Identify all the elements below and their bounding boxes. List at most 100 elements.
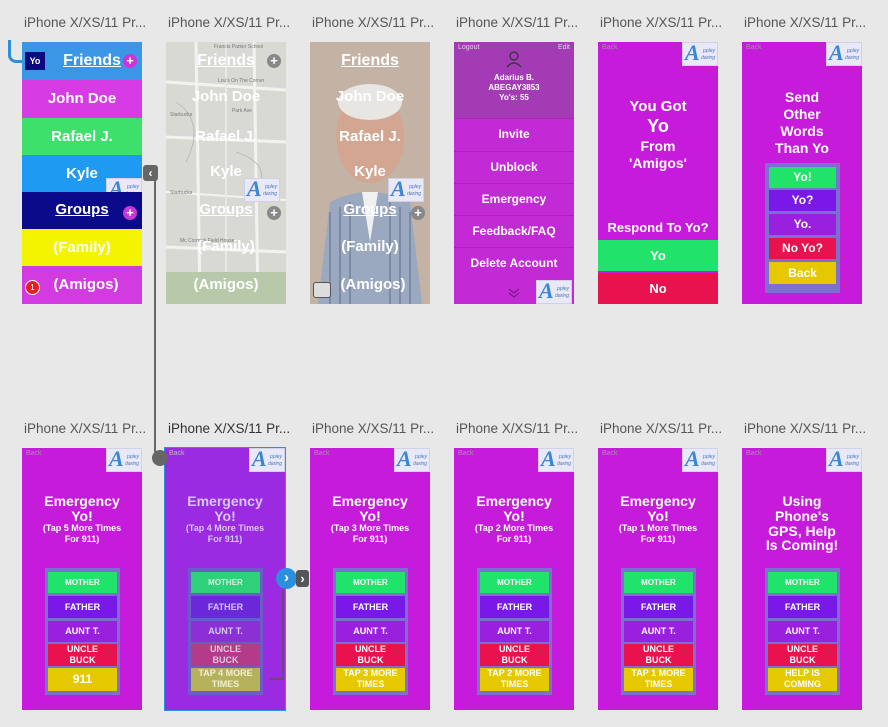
add-group-button[interactable]: +	[267, 206, 281, 220]
option-back-button[interactable]: Back	[769, 262, 836, 284]
friend-row-john[interactable]: John Doe	[22, 80, 142, 118]
artboard-gps-help[interactable]: Back Appley daring Using Phone's GPS, Hel…	[742, 448, 862, 710]
artboard-got-yo[interactable]: Back Appley daring You Got Yo From 'Amigo…	[598, 42, 718, 304]
contact-uncle[interactable]: UNCLE BUCK	[624, 644, 693, 666]
chevron-down-icon[interactable]	[508, 288, 520, 298]
contact-uncle[interactable]: UNCLE BUCK	[336, 644, 405, 666]
menu-item-delete-account[interactable]: Delete Account	[454, 247, 574, 280]
group-row-family[interactable]: (Family)	[166, 238, 286, 255]
add-group-button[interactable]: +	[411, 206, 425, 220]
contact-mother[interactable]: MOTHER	[768, 572, 837, 593]
menu-item-emergency[interactable]: Emergency	[454, 183, 574, 216]
artboard-title[interactable]: iPhone X/XS/11 Pr...	[456, 15, 580, 30]
back-link[interactable]: Back	[602, 450, 618, 457]
back-link[interactable]: Back	[602, 44, 618, 51]
artboard-emergency-2[interactable]: Back Appley daring Emergency Yo! (Tap 2 M…	[454, 448, 574, 710]
artboard-title[interactable]: iPhone X/XS/11 Pr...	[24, 421, 148, 436]
menu-item-invite[interactable]: Invite	[454, 118, 574, 151]
contact-aunt[interactable]: AUNT T.	[48, 621, 117, 642]
add-friend-button[interactable]: +	[123, 54, 137, 68]
group-row-family[interactable]: (Family)	[22, 229, 142, 266]
artboard-send-other[interactable]: Back Appley daring Send Other Words Than …	[742, 42, 862, 304]
respond-no-button[interactable]: No	[598, 273, 718, 304]
artboard-title[interactable]: iPhone X/XS/11 Pr...	[744, 421, 868, 436]
back-link[interactable]: Back	[458, 450, 474, 457]
tap-more-button[interactable]: TAP 3 MORE TIMES	[336, 668, 405, 691]
add-friend-button[interactable]: +	[267, 54, 281, 68]
contact-father[interactable]: FATHER	[624, 596, 693, 618]
artboard-emergency-5[interactable]: Back Appley daring Emergency Yo! (Tap 5 M…	[22, 448, 142, 710]
respond-yo-button[interactable]: Yo	[598, 240, 718, 271]
artboard-friends-photo[interactable]: Friends John Doe Rafael J. Kyle Appley da…	[310, 42, 430, 304]
option-no-yo[interactable]: No Yo?	[769, 238, 836, 259]
group-row-family[interactable]: (Family)	[310, 238, 430, 255]
contact-uncle[interactable]: UNCLE BUCK	[768, 644, 837, 666]
menu-item-feedback[interactable]: Feedback/FAQ	[454, 215, 574, 248]
wire-anchor-dot[interactable]	[152, 450, 168, 466]
tap-more-button[interactable]: TAP 2 MORE TIMES	[480, 668, 549, 691]
artboard-title[interactable]: iPhone X/XS/11 Pr...	[600, 421, 724, 436]
contact-aunt[interactable]: AUNT T.	[191, 621, 260, 642]
artboard-emergency-1[interactable]: Back Appley daring Emergency Yo! (Tap 1 M…	[598, 448, 718, 710]
contact-uncle[interactable]: UNCLE BUCK	[191, 644, 260, 666]
group-row-amigos[interactable]: (Amigos)	[22, 266, 142, 304]
artboard-menu[interactable]: Logout Edit Adarius B. ABEGAY3853 Yo's: …	[454, 42, 574, 304]
contact-father[interactable]: FATHER	[480, 596, 549, 618]
chevron-left-icon[interactable]: ‹	[143, 165, 158, 181]
option-yo-period[interactable]: Yo.	[769, 214, 836, 235]
contact-father[interactable]: FATHER	[336, 596, 405, 618]
chevron-right-icon[interactable]: ›	[276, 568, 297, 589]
artboard-title[interactable]: iPhone X/XS/11 Pr...	[744, 15, 868, 30]
contact-aunt[interactable]: AUNT T.	[624, 621, 693, 642]
contact-father[interactable]: FATHER	[191, 596, 260, 618]
camera-icon[interactable]	[313, 282, 331, 298]
contacts-panel: MOTHER FATHER AUNT T. UNCLE BUCK HELP IS…	[765, 568, 840, 695]
artboard-title[interactable]: iPhone X/XS/11 Pr...	[168, 15, 292, 30]
friend-row-john[interactable]: John Doe	[310, 88, 430, 105]
edit-link[interactable]: Edit	[558, 44, 570, 51]
call-911-button[interactable]: 911	[48, 668, 117, 691]
friend-row-rafael[interactable]: Rafael J.	[310, 128, 430, 145]
artboard-emergency-3[interactable]: Back Appley daring Emergency Yo! (Tap 3 M…	[310, 448, 430, 710]
contact-aunt[interactable]: AUNT T.	[480, 621, 549, 642]
contact-uncle[interactable]: UNCLE BUCK	[480, 644, 549, 666]
contact-aunt[interactable]: AUNT T.	[336, 621, 405, 642]
contact-father[interactable]: FATHER	[768, 596, 837, 618]
chevron-right-icon[interactable]: ›	[296, 570, 309, 587]
tap-more-button[interactable]: TAP 4 MORE TIMES	[191, 668, 260, 691]
artboard-title[interactable]: iPhone X/XS/11 Pr...	[456, 421, 580, 436]
artboard-title[interactable]: iPhone X/XS/11 Pr...	[600, 15, 724, 30]
friend-row-john[interactable]: John Doe	[166, 88, 286, 105]
artboard-friends-map[interactable]: Francis Parker School Lou's On The Corne…	[166, 42, 286, 304]
contact-mother[interactable]: MOTHER	[624, 572, 693, 593]
contact-father[interactable]: FATHER	[48, 596, 117, 618]
menu-item-unblock[interactable]: Unblock	[454, 151, 574, 184]
help-coming-button[interactable]: HELP IS COMING	[768, 668, 837, 691]
artboard-title-selected[interactable]: iPhone X/XS/11 Pr...	[168, 421, 292, 436]
logout-link[interactable]: Logout	[458, 44, 479, 51]
contact-aunt[interactable]: AUNT T.	[768, 621, 837, 642]
back-link[interactable]: Back	[314, 450, 330, 457]
artboard-title[interactable]: iPhone X/XS/11 Pr...	[312, 15, 436, 30]
back-link[interactable]: Back	[26, 450, 42, 457]
friend-row-rafael[interactable]: Rafael J.	[166, 128, 286, 145]
contact-uncle[interactable]: UNCLE BUCK	[48, 644, 117, 666]
artboard-friends[interactable]: Yo Friends + John Doe Rafael J. Kyle App…	[22, 42, 142, 304]
artboard-title[interactable]: iPhone X/XS/11 Pr...	[312, 421, 436, 436]
back-link[interactable]: Back	[746, 450, 762, 457]
tap-more-button[interactable]: TAP 1 MORE TIMES	[624, 668, 693, 691]
contact-mother[interactable]: MOTHER	[191, 572, 260, 593]
contact-mother[interactable]: MOTHER	[48, 572, 117, 593]
artboard-title[interactable]: iPhone X/XS/11 Pr...	[24, 15, 148, 30]
emergency-title: Emergency	[187, 493, 263, 509]
contact-mother[interactable]: MOTHER	[480, 572, 549, 593]
artboard-emergency-4[interactable]: Back Appley daring Emergency Yo! (Tap 4 M…	[164, 447, 286, 711]
add-group-button[interactable]: +	[123, 206, 137, 220]
back-link[interactable]: Back	[169, 450, 185, 457]
option-yo-exclaim[interactable]: Yo!	[769, 167, 836, 188]
contact-mother[interactable]: MOTHER	[336, 572, 405, 593]
back-link[interactable]: Back	[746, 44, 762, 51]
group-row-amigos[interactable]: (Amigos)	[166, 276, 286, 293]
option-yo-question[interactable]: Yo?	[769, 190, 836, 211]
friend-row-rafael[interactable]: Rafael J.	[22, 118, 142, 155]
